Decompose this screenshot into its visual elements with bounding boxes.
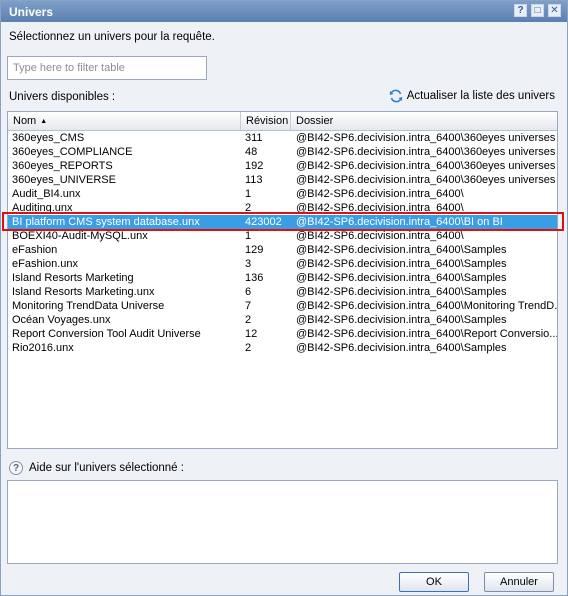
universe-dialog: Univers ? □ ✕ Sélectionnez un univers po… [0, 0, 568, 596]
cell-folder: @BI42-SP6.decivision.intra_6400\ [296, 188, 464, 200]
cell-revision: 7 [245, 300, 252, 312]
refresh-label: Actualiser la liste des univers [406, 90, 555, 102]
cell-folder: @BI42-SP6.decivision.intra_6400\ [296, 230, 464, 242]
table-row[interactable]: BOEXI40-Audit-MySQL.unx 1 @BI42-SP6.decivi… [8, 229, 557, 243]
table-row[interactable]: Rio2016.unx 2 @BI42-SP6.decivision.intra_6… [8, 341, 557, 355]
help-question-icon: ? [9, 461, 23, 475]
cell-folder: @BI42-SP6.decivision.intra_6400\360eyes … [296, 174, 556, 186]
cell-folder: @BI42-SP6.decivision.intra_6400\ [296, 202, 464, 214]
table-row[interactable]: 360eyes_CMS 311 @BI42-SP6.decivision.intra… [8, 131, 557, 145]
dialog-title: Univers [9, 5, 54, 19]
window-controls: ? □ ✕ [514, 4, 561, 17]
table-row[interactable]: Océan Voyages.unx 2 @BI42-SP6.decivision.i… [8, 313, 557, 327]
cell-folder: @BI42-SP6.decivision.intra_6400\Samples [296, 272, 507, 284]
maximize-icon[interactable]: □ [531, 4, 544, 17]
cell-name: Océan Voyages.unx [12, 314, 111, 326]
cell-name: Auditing.unx [12, 202, 73, 214]
cell-revision: 2 [245, 342, 252, 354]
cell-revision: 2 [245, 314, 252, 326]
cell-revision: 129 [245, 244, 264, 256]
cell-name: BI platform CMS system database.unx [12, 216, 200, 228]
cell-revision: 192 [245, 160, 264, 172]
cell-folder: @BI42-SP6.decivision.intra_6400\BI on BI [296, 216, 503, 228]
table-row[interactable]: 360eyes_UNIVERSE 113 @BI42-SP6.decivision.… [8, 173, 557, 187]
cell-name: Rio2016.unx [12, 342, 74, 354]
cell-name: BOEXI40-Audit-MySQL.unx [12, 230, 148, 242]
title-bar[interactable]: Univers ? □ ✕ [1, 1, 567, 22]
cell-name: 360eyes_REPORTS [12, 160, 113, 172]
table-row[interactable]: Audit_BI4.unx 1 @BI42-SP6.decivision.intra… [8, 187, 557, 201]
cell-folder: @BI42-SP6.decivision.intra_6400\Samples [296, 314, 507, 326]
universes-table: Nom ▲ Révision Dossier 360eyes_CMS 311 @BI4… [7, 111, 558, 449]
cell-name: eFashion.unx [12, 258, 79, 270]
cell-folder: @BI42-SP6.decivision.intra_6400\Samples [296, 342, 507, 354]
ok-button[interactable]: OK [399, 572, 469, 592]
cell-folder: @BI42-SP6.decivision.intra_6400\360eyes … [296, 160, 556, 172]
cell-name: eFashion [12, 244, 58, 256]
refresh-icon [389, 89, 403, 103]
cell-folder: @BI42-SP6.decivision.intra_6400\360eyes … [296, 132, 556, 144]
table-row[interactable]: Island Resorts Marketing 136 @BI42-SP6.dec… [8, 271, 557, 285]
cell-revision: 48 [245, 146, 258, 158]
table-row[interactable]: Monitoring TrendData Universe 7 @BI42-SP6.… [8, 299, 557, 313]
cell-revision: 1 [245, 230, 252, 242]
cell-revision: 2 [245, 202, 252, 214]
cell-revision: 311 [245, 132, 263, 144]
cell-folder: @BI42-SP6.decivision.intra_6400\Samples [296, 258, 507, 270]
cell-revision: 136 [245, 272, 264, 284]
cell-name: Report Conversion Tool Audit Universe [12, 328, 201, 340]
table-row[interactable]: eFashion 129 @BI42-SP6.decivision.intra_64… [8, 243, 557, 257]
prompt-text: Sélectionnez un univers pour la requête. [9, 31, 215, 43]
cell-name: Audit_BI4.unx [12, 188, 81, 200]
available-universes-label: Univers disponibles : [9, 91, 116, 103]
cell-revision: 6 [245, 286, 252, 298]
cell-folder: @BI42-SP6.decivision.intra_6400\Report C… [296, 328, 558, 340]
help-label-text: Aide sur l'univers sélectionné : [29, 462, 184, 474]
table-body: 360eyes_CMS 311 @BI42-SP6.decivision.intra… [8, 131, 557, 355]
cell-name: Monitoring TrendData Universe [12, 300, 165, 312]
cell-folder: @BI42-SP6.decivision.intra_6400\Samples [296, 244, 507, 256]
table-row[interactable]: Report Conversion Tool Audit Universe 12 @… [8, 327, 557, 341]
table-header: Nom ▲ Révision Dossier [8, 112, 557, 131]
filter-input[interactable] [7, 56, 207, 80]
table-row[interactable]: Auditing.unx 2 @BI42-SP6.decivision.intra_… [8, 201, 557, 215]
sort-ascending-icon: ▲ [40, 118, 48, 125]
cell-name: 360eyes_UNIVERSE [12, 174, 116, 186]
table-row[interactable]: eFashion.unx 3 @BI42-SP6.decivision.intra_… [8, 257, 557, 271]
cell-folder: @BI42-SP6.decivision.intra_6400\Samples [296, 286, 507, 298]
cell-folder: @BI42-SP6.decivision.intra_6400\360eyes … [296, 146, 556, 158]
cell-folder: @BI42-SP6.decivision.intra_6400\Monitori… [296, 300, 558, 312]
refresh-universes-link[interactable]: Actualiser la liste des univers [389, 89, 555, 103]
table-row[interactable]: BI platform CMS system database.unx 42300… [8, 215, 557, 229]
column-header-name[interactable]: Nom ▲ [8, 112, 241, 130]
help-description-box [7, 480, 558, 564]
help-section-label: ? Aide sur l'univers sélectionné : [9, 461, 184, 475]
cell-name: Island Resorts Marketing [12, 272, 134, 284]
table-row[interactable]: Island Resorts Marketing.unx 6 @BI42-SP6.d… [8, 285, 557, 299]
cell-revision: 1 [245, 188, 252, 200]
close-icon[interactable]: ✕ [548, 4, 561, 17]
table-row[interactable]: 360eyes_COMPLIANCE 48 @BI42-SP6.decivision… [8, 145, 557, 159]
help-icon[interactable]: ? [514, 4, 527, 17]
cell-name: 360eyes_COMPLIANCE [12, 146, 133, 158]
column-header-name-label: Nom [13, 115, 37, 127]
cell-revision: 12 [245, 328, 258, 340]
cancel-button[interactable]: Annuler [484, 572, 554, 592]
cell-name: Island Resorts Marketing.unx [12, 286, 155, 298]
cell-revision: 113 [245, 174, 263, 186]
cell-revision: 3 [245, 258, 252, 270]
column-header-folder[interactable]: Dossier [291, 112, 557, 130]
cell-revision: 423002 [245, 216, 282, 228]
column-header-revision[interactable]: Révision [241, 112, 291, 130]
table-row[interactable]: 360eyes_REPORTS 192 @BI42-SP6.decivision.i… [8, 159, 557, 173]
cell-name: 360eyes_CMS [12, 132, 85, 144]
